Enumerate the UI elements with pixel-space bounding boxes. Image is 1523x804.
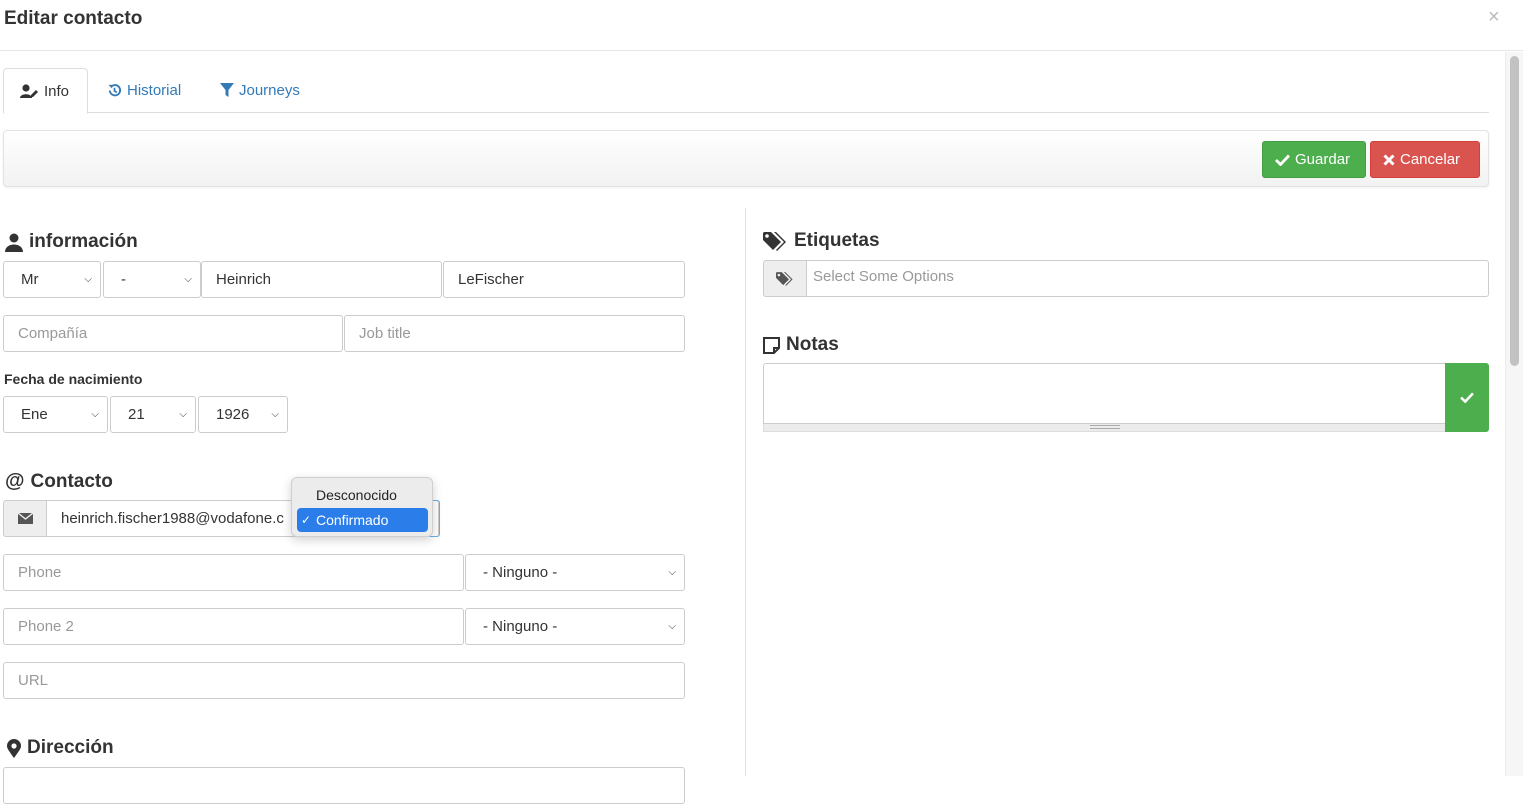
- cancel-button[interactable]: Cancelar: [1370, 141, 1480, 178]
- tags-input[interactable]: Select Some Options: [806, 260, 1489, 297]
- notes-resize-handle[interactable]: [763, 424, 1446, 432]
- birth-year-select[interactable]: 1926 ⌵: [198, 396, 288, 433]
- url-placeholder: URL: [18, 672, 49, 689]
- birth-month-select[interactable]: Ene ⌵: [3, 396, 108, 433]
- url-input[interactable]: URL: [3, 662, 685, 699]
- column-divider: [745, 208, 746, 776]
- dropdown-option-confirmado[interactable]: ✓ Confirmado: [297, 508, 428, 532]
- birthdate-label: Fecha de nacimiento: [4, 371, 143, 387]
- section-contacto: @ Contacto: [5, 470, 113, 493]
- chevron-down-icon: ⌵: [668, 621, 676, 632]
- at-icon: @: [5, 470, 25, 492]
- last-name-value: LeFischer: [458, 271, 524, 288]
- phone2-type-value: - Ninguno -: [483, 618, 558, 635]
- scrollbar-thumb[interactable]: [1510, 56, 1519, 366]
- envelope-icon: [17, 513, 33, 524]
- notes-save-button[interactable]: [1445, 363, 1489, 432]
- tab-info-label: Info: [44, 82, 70, 100]
- phone-input[interactable]: Phone: [3, 554, 464, 591]
- tab-journeys[interactable]: Journeys: [204, 68, 316, 113]
- tags-placeholder: Select Some Options: [813, 268, 954, 285]
- form-toolbar: Guardar Cancelar: [3, 130, 1489, 187]
- salutation-value: Mr: [21, 271, 39, 288]
- section-etiquetas-title: Etiquetas: [794, 230, 880, 251]
- tab-journeys-label: Journeys: [239, 82, 300, 99]
- birth-month-value: Ene: [21, 406, 48, 423]
- email-addon: [3, 500, 47, 537]
- chevron-down-icon: ⌵: [179, 409, 187, 420]
- save-button-label: Guardar: [1295, 151, 1351, 168]
- first-name-value: Heinrich: [216, 271, 272, 288]
- first-name-input[interactable]: Heinrich: [201, 261, 442, 298]
- check-icon: [1275, 154, 1290, 166]
- job-title-input[interactable]: Job title: [344, 315, 685, 352]
- middle-value: -: [121, 271, 126, 288]
- tags-icon: [776, 271, 793, 286]
- chevron-down-icon: ⌵: [84, 274, 92, 285]
- option-label: Confirmado: [316, 512, 389, 528]
- email-status-dropdown: Desconocido ✓ Confirmado: [291, 477, 433, 537]
- section-notas-title: Notas: [786, 334, 839, 355]
- chevron-down-icon: ⌵: [668, 567, 676, 578]
- section-informacion: información: [5, 231, 138, 253]
- section-etiquetas: Etiquetas: [763, 230, 880, 252]
- chevron-down-icon: ⌵: [184, 274, 192, 285]
- salutation-select[interactable]: Mr ⌵: [3, 261, 101, 298]
- tags-addon: [763, 260, 807, 297]
- option-label: Desconocido: [316, 487, 397, 503]
- notes-textarea[interactable]: [763, 363, 1446, 424]
- sticky-note-icon: [763, 336, 780, 354]
- grip-icon: [1090, 425, 1120, 429]
- tags-icon: [763, 231, 786, 251]
- section-direccion-title: Dirección: [27, 737, 114, 758]
- address-input[interactable]: [3, 767, 685, 804]
- section-informacion-title: información: [29, 231, 138, 252]
- tab-bar: Info Historial Journeys: [3, 68, 1489, 114]
- tab-historial[interactable]: Historial: [91, 68, 197, 113]
- chevron-down-icon: ⌵: [91, 409, 99, 420]
- map-marker-icon: [7, 738, 21, 758]
- job-title-placeholder: Job title: [359, 325, 411, 342]
- user-edit-icon: [20, 84, 38, 98]
- check-icon: [1460, 392, 1474, 403]
- birth-day-select[interactable]: 21 ⌵: [110, 396, 196, 433]
- phone-type-value: - Ninguno -: [483, 564, 558, 581]
- phone2-type-select[interactable]: - Ninguno - ⌵: [465, 608, 685, 645]
- email-value: heinrich.fischer1988@vodafone.c: [61, 510, 284, 527]
- dropdown-option-desconocido[interactable]: Desconocido: [297, 483, 428, 507]
- tab-historial-label: Historial: [127, 82, 182, 99]
- times-icon: [1383, 153, 1395, 166]
- modal-title: Editar contacto: [4, 8, 143, 29]
- birth-year-value: 1926: [216, 406, 250, 423]
- save-button[interactable]: Guardar: [1262, 141, 1366, 178]
- history-icon: [108, 84, 122, 97]
- filter-icon: [220, 83, 234, 97]
- user-icon: [5, 233, 23, 252]
- section-direccion: Dirección: [7, 737, 114, 759]
- last-name-input[interactable]: LeFischer: [443, 261, 685, 298]
- middle-select[interactable]: - ⌵: [103, 261, 201, 298]
- phone2-placeholder: Phone 2: [18, 618, 74, 635]
- section-notas: Notas: [763, 334, 839, 356]
- tab-info[interactable]: Info: [3, 68, 88, 114]
- close-icon[interactable]: ×: [1488, 6, 1500, 29]
- cancel-button-label: Cancelar: [1400, 151, 1461, 168]
- chevron-down-icon: ⌵: [271, 409, 279, 420]
- phone-type-select[interactable]: - Ninguno - ⌵: [465, 554, 685, 591]
- modal-header: Editar contacto ×: [0, 0, 1523, 51]
- birth-day-value: 21: [128, 406, 145, 423]
- company-input[interactable]: Compañía: [3, 315, 343, 352]
- company-placeholder: Compañía: [18, 325, 88, 342]
- checkmark-icon: ✓: [301, 513, 312, 527]
- section-contacto-title: Contacto: [30, 470, 113, 492]
- scrollbar[interactable]: [1505, 52, 1523, 776]
- phone-placeholder: Phone: [18, 564, 62, 581]
- phone2-input[interactable]: Phone 2: [3, 608, 464, 645]
